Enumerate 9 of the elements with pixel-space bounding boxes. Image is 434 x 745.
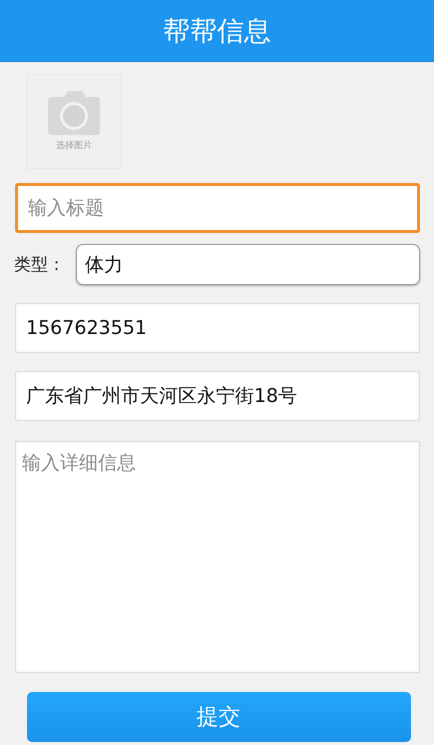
- field-label: 类型：: [14, 254, 66, 276]
- type-field[interactable]: 体力: [76, 244, 420, 285]
- text-field[interactable]: 广东省广州市天河区永宁街18号: [15, 371, 420, 421]
- picker-label: 选择图片: [56, 140, 92, 152]
- text-field[interactable]: 1567623551: [15, 303, 420, 353]
- page-title: 帮帮信息: [163, 14, 271, 48]
- details-field[interactable]: 输入详细信息: [15, 441, 420, 673]
- camera-icon: [48, 91, 100, 135]
- text-field[interactable]: 输入标题: [15, 183, 420, 233]
